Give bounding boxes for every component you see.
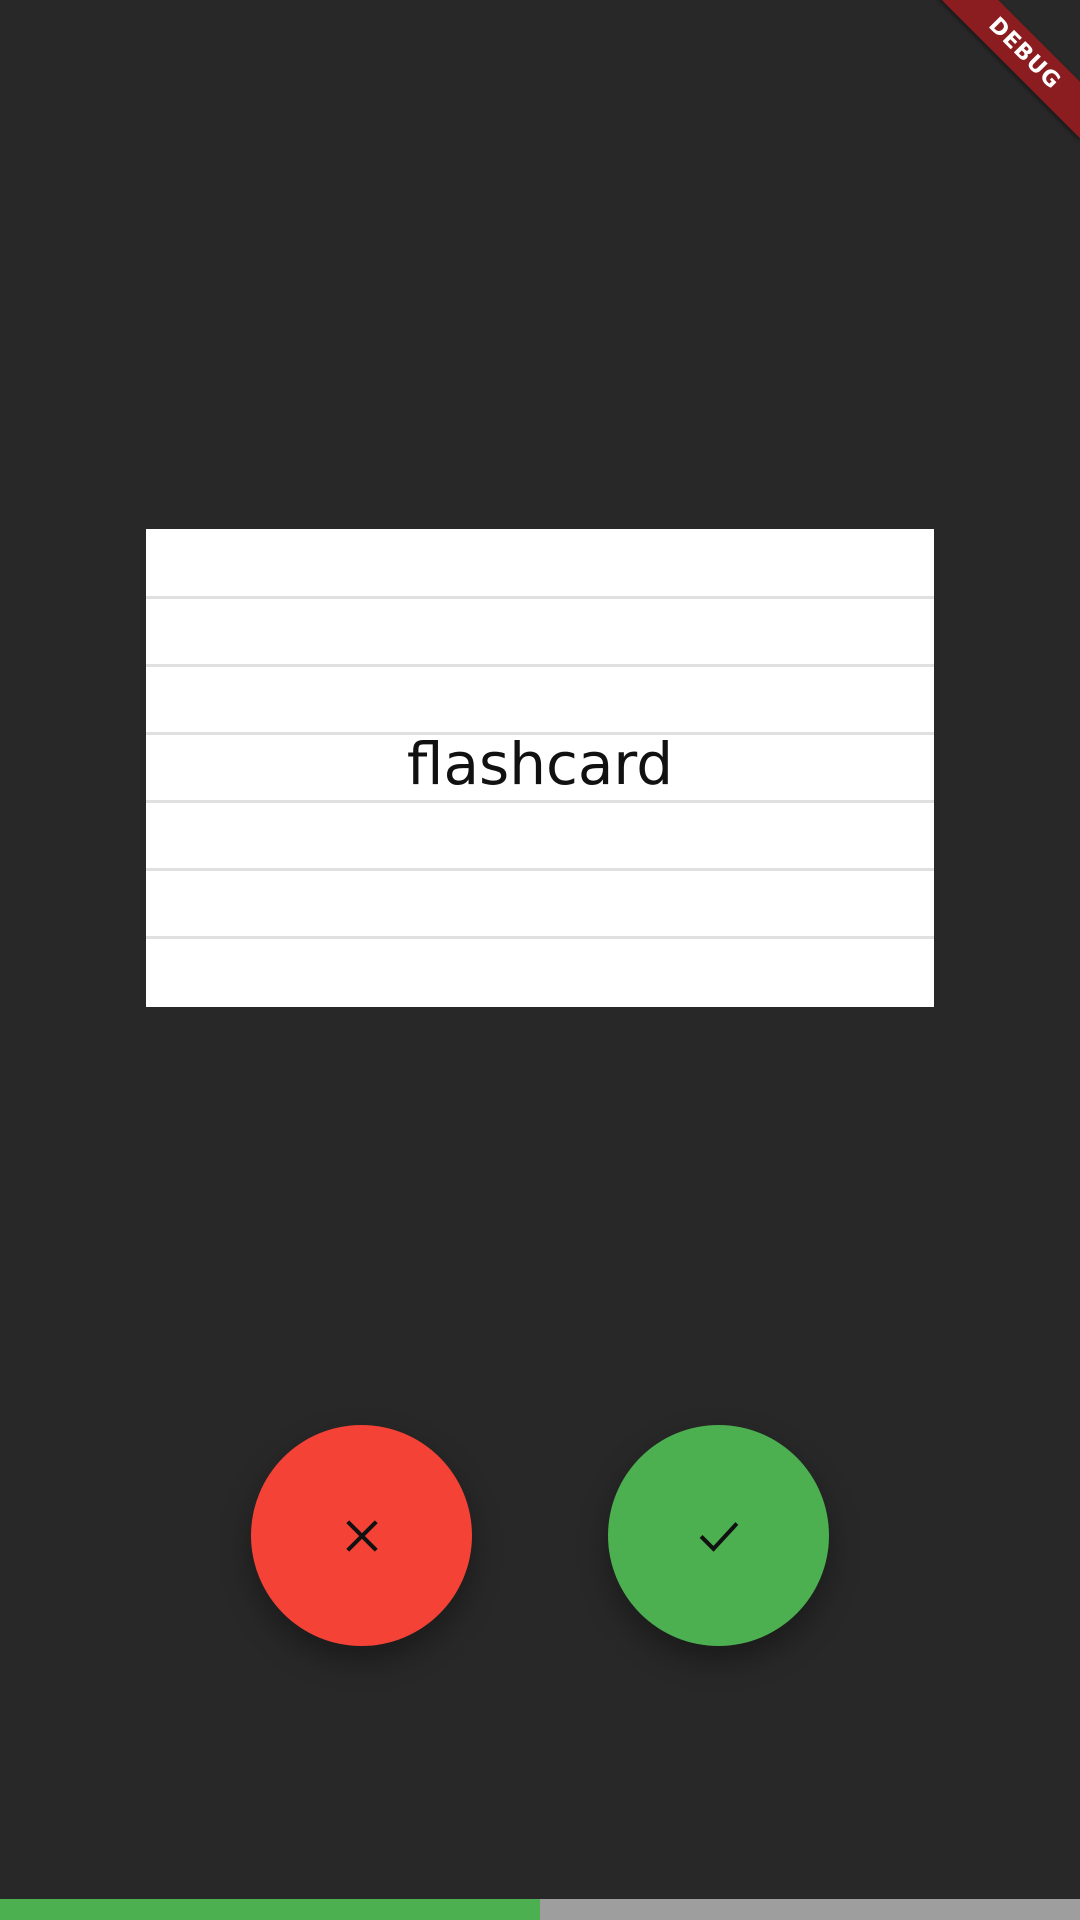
progress-bar (0, 1899, 1080, 1920)
correct-answer-button[interactable] (608, 1425, 829, 1646)
app-screen: flashcard DEBUG (0, 0, 1080, 1920)
close-icon (345, 1519, 378, 1552)
check-icon (699, 1521, 738, 1552)
card-rule-line (146, 868, 934, 871)
debug-banner: DEBUG (930, 0, 1080, 150)
flashcard-word: flashcard (406, 730, 674, 798)
progress-bar-fill (0, 1899, 540, 1920)
card-rule-line (146, 664, 934, 667)
flashcard[interactable]: flashcard (146, 529, 934, 1007)
card-rule-line (146, 936, 934, 939)
wrong-answer-button[interactable] (251, 1425, 472, 1646)
card-rule-line (146, 800, 934, 803)
debug-banner-label: DEBUG (939, 0, 1080, 139)
card-rule-line (146, 596, 934, 599)
